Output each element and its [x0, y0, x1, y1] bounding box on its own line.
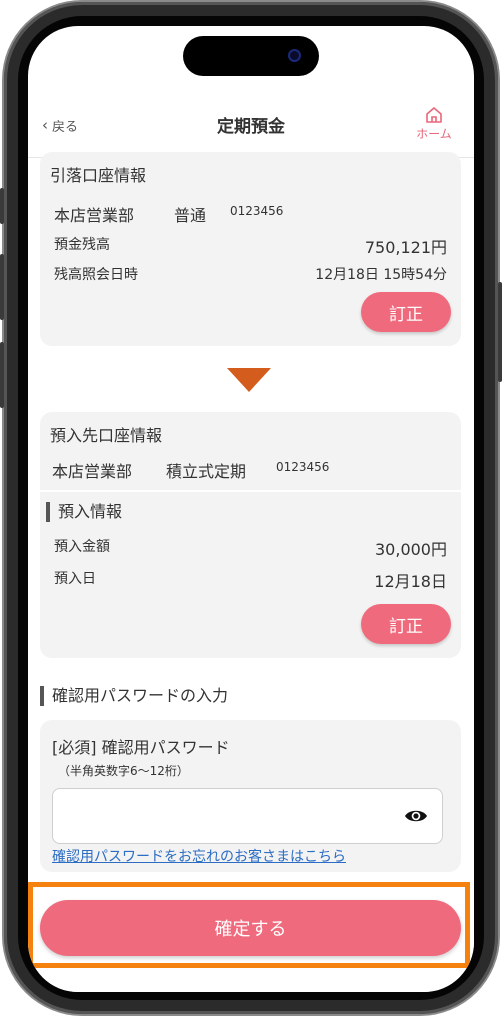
inquiry-value: 12月18日 15時54分 [315, 267, 447, 283]
eye-icon[interactable] [404, 807, 428, 825]
home-button[interactable]: ホーム [412, 106, 456, 142]
home-label: ホーム [416, 127, 452, 141]
dynamic-island [183, 36, 319, 76]
screen: ‹ 戻る 定期預金 ホーム 引落口座情報 本店営業部 普通 0123456 預金… [28, 26, 474, 992]
password-section-title: 確認用パスワードの入力 [40, 686, 228, 706]
withdrawal-correct-button[interactable]: 訂正 [361, 292, 451, 332]
triangle-down-icon [227, 368, 271, 392]
camera-icon [288, 49, 301, 62]
deposit-info-title: 預入情報 [46, 502, 122, 522]
withdrawal-branch: 本店営業部 [54, 206, 135, 225]
withdrawal-type: 普通 [174, 206, 207, 225]
deposit-type: 積立式定期 [166, 462, 247, 481]
deposit-amount-value: 30,000円 [375, 540, 447, 559]
power-button [498, 282, 502, 382]
deposit-amount-label: 預入金額 [54, 539, 110, 555]
volume-up-button [0, 254, 4, 320]
deposit-account-title: 預入先口座情報 [50, 426, 163, 445]
password-input[interactable] [52, 788, 443, 844]
withdrawal-account-number: 0123456 [230, 204, 284, 218]
volume-down-button [0, 342, 4, 408]
mute-switch [0, 188, 4, 224]
deposit-account-number: 0123456 [276, 460, 330, 474]
page-title: 定期預金 [217, 117, 285, 137]
password-field-label: [必須] 確認用パスワード [52, 738, 230, 757]
forgot-password-link[interactable]: 確認用パスワードをお忘れのお客さまはこちら [52, 846, 346, 866]
balance-label: 預金残高 [54, 237, 110, 253]
inquiry-label: 残高照会日時 [54, 267, 138, 283]
password-field-hint: （半角英数字6〜12桁） [58, 764, 189, 778]
deposit-account-card: 預入先口座情報 本店営業部 積立式定期 0123456 預入情報 預入金額 30… [40, 412, 461, 658]
withdrawal-title: 引落口座情報 [50, 166, 147, 185]
password-field[interactable] [63, 801, 393, 831]
deposit-date-label: 預入日 [54, 571, 96, 587]
withdrawal-account-card: 引落口座情報 本店営業部 普通 0123456 預金残高 750,121円 残高… [40, 152, 461, 346]
home-icon [426, 107, 442, 123]
deposit-branch: 本店営業部 [52, 462, 133, 481]
deposit-correct-button[interactable]: 訂正 [361, 604, 451, 644]
confirm-button[interactable]: 確定する [40, 900, 461, 956]
app-header: ‹ 戻る 定期預金 ホーム [28, 82, 474, 158]
balance-value: 750,121円 [364, 238, 447, 257]
card-divider [40, 490, 461, 492]
deposit-date-value: 12月18日 [374, 572, 447, 591]
